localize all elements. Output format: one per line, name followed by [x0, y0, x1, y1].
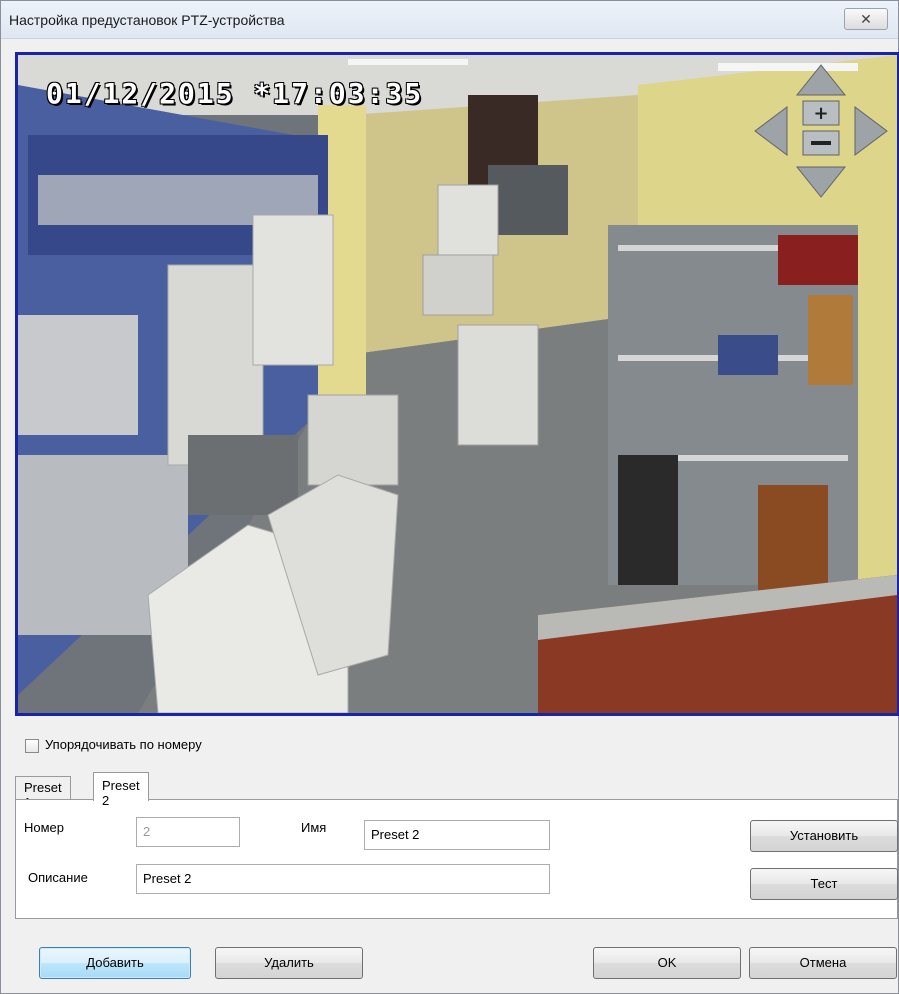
- camera-timestamp: 01/12/2015 *17:03:35: [46, 77, 424, 110]
- ptz-preset-dialog: Настройка предустановок PTZ-устройства ✕: [0, 0, 899, 994]
- zoom-out-icon[interactable]: [802, 130, 840, 156]
- preset-panel: Номер 2 Имя Preset 2 Описание Preset 2 У…: [15, 799, 898, 919]
- close-icon: ✕: [860, 11, 872, 27]
- sort-by-number-option[interactable]: Упорядочивать по номеру: [25, 737, 202, 753]
- arrow-right-icon[interactable]: [854, 106, 888, 156]
- tab-preset-2[interactable]: Preset 2: [93, 772, 149, 808]
- description-field[interactable]: Preset 2: [136, 864, 550, 894]
- arrow-up-icon[interactable]: [795, 64, 847, 96]
- arrow-left-icon[interactable]: [754, 106, 788, 156]
- delete-button[interactable]: Удалить: [215, 947, 363, 979]
- window-title: Настройка предустановок PTZ-устройства: [9, 12, 285, 28]
- add-button[interactable]: Добавить: [39, 947, 191, 979]
- description-label: Описание: [28, 870, 88, 885]
- title-bar: Настройка предустановок PTZ-устройства ✕: [1, 1, 898, 39]
- cancel-button[interactable]: Отмена: [749, 947, 897, 979]
- name-field[interactable]: Preset 2: [364, 820, 550, 850]
- test-preset-button[interactable]: Тест: [750, 868, 898, 900]
- close-button[interactable]: ✕: [844, 8, 888, 30]
- ptz-control-pad: +: [754, 64, 888, 198]
- sort-by-number-label: Упорядочивать по номеру: [45, 737, 202, 752]
- svg-text:+: +: [813, 103, 828, 124]
- number-field: 2: [136, 817, 240, 847]
- sort-by-number-checkbox[interactable]: [25, 738, 39, 753]
- camera-view[interactable]: 01/12/2015 *17:03:35 +: [15, 52, 899, 716]
- name-label: Имя: [301, 820, 327, 835]
- arrow-down-icon[interactable]: [795, 166, 847, 198]
- zoom-in-icon[interactable]: +: [802, 100, 840, 126]
- set-preset-button[interactable]: Установить: [750, 820, 898, 852]
- number-label: Номер: [24, 820, 65, 835]
- ok-button[interactable]: OK: [593, 947, 741, 979]
- tab-preset-1[interactable]: Preset 1: [15, 776, 71, 810]
